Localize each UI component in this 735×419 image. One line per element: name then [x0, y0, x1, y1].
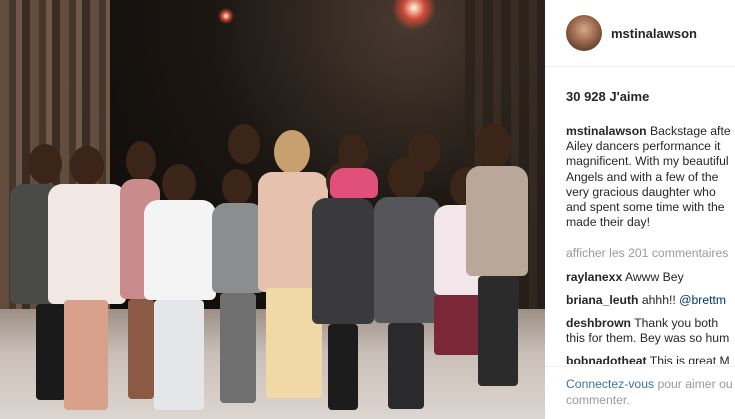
comment-username[interactable]: briana_leuth	[566, 293, 638, 307]
post-photo[interactable]	[0, 0, 545, 419]
login-prompt-text: pour aimer ou	[654, 377, 733, 391]
likes-count: 30 928 J'aime	[566, 89, 650, 104]
login-prompt-text-2: commenter.	[566, 393, 630, 407]
caption-line: Ailey dancers performance it	[566, 139, 721, 154]
post-side-panel: mstinalawson 30 928 J'aime mstinalawson …	[545, 0, 735, 419]
comment: briana_leuth ahhh!! @brettm	[566, 293, 735, 308]
login-prompt: Connectez-vous pour aimer ou commenter.	[566, 376, 733, 408]
person	[140, 160, 220, 415]
view-all-comments-link[interactable]: afficher les 201 commentaires	[566, 246, 728, 260]
comment-text: Awww Bey	[624, 270, 684, 284]
comment-text: Thank you both	[634, 316, 719, 330]
comment: deshbrown Thank you both this for them. …	[566, 316, 735, 346]
caption-line: made their day!	[566, 215, 651, 230]
stage-light-small	[218, 8, 234, 24]
caption-line: very gracious daughter who	[566, 184, 716, 199]
avatar[interactable]	[566, 15, 602, 51]
caption: mstinalawson Backstage afte Ailey dancer…	[566, 124, 735, 230]
comment: raylanexx Awww Bey	[566, 270, 735, 285]
comment-text-continued: this for them. Bey was so hum	[566, 331, 730, 346]
post-header: mstinalawson	[545, 0, 735, 67]
caption-username[interactable]: mstinalawson	[566, 124, 647, 138]
caption-line: and spent some time with the	[566, 200, 725, 215]
comment-text: This is great M	[649, 354, 730, 364]
stage-light	[392, 0, 436, 30]
caption-line: Backstage afte	[649, 124, 731, 138]
comment-text: ahhh!!	[641, 293, 680, 307]
caption-line: Angels and with a few of the	[566, 169, 719, 184]
username-link[interactable]: mstinalawson	[611, 26, 697, 41]
comment-username[interactable]: deshbrown	[566, 316, 631, 330]
comment: bobnadotheat This is great M	[566, 354, 735, 364]
caption-line: magnificent. With my beautiful	[566, 154, 729, 169]
comment-username[interactable]: bobnadotheat	[566, 354, 647, 364]
person	[462, 122, 532, 402]
comment-mention[interactable]: @brettm	[679, 293, 726, 307]
person	[44, 140, 130, 415]
login-link[interactable]: Connectez-vous	[566, 377, 654, 391]
divider	[545, 366, 735, 367]
comment-username[interactable]: raylanexx	[566, 270, 622, 284]
